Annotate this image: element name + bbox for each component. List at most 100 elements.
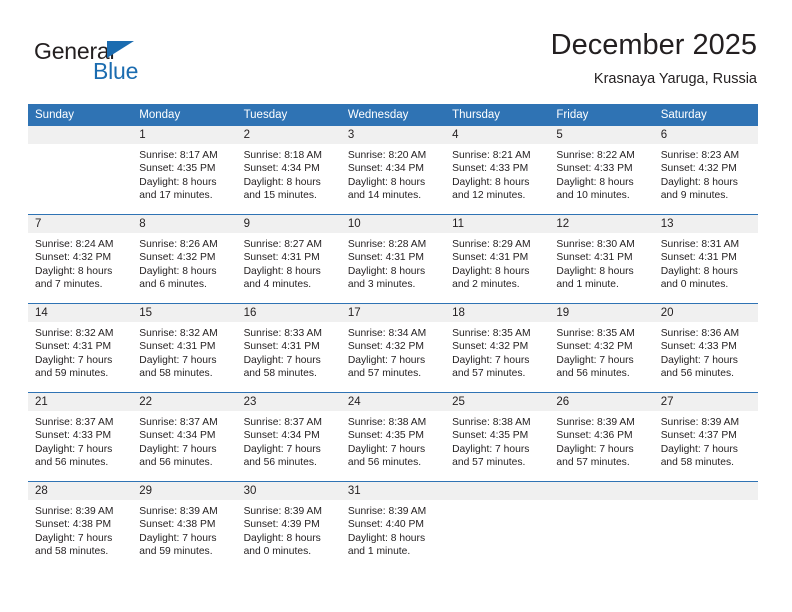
sunrise-text: Sunrise: 8:29 AM xyxy=(452,239,531,250)
day-cell[interactable]: 23 Sunrise: 8:37 AM Sunset: 4:34 PM Dayligh… xyxy=(236,393,341,481)
daylight-text-line2: and 2 minutes. xyxy=(452,279,520,291)
day-cell[interactable]: 24 Sunrise: 8:38 AM Sunset: 4:35 PM Dayligh… xyxy=(340,393,446,481)
sunrise-text: Sunrise: 8:39 AM xyxy=(347,506,427,517)
day-cell[interactable]: 9 Sunrise: 8:27 AM Sunset: 4:31 PM Daylight… xyxy=(236,215,341,303)
day-cell[interactable]: 6 Sunrise: 8:23 AM Sunset: 4:32 PM Daylight… xyxy=(653,126,758,214)
day-cell-empty xyxy=(653,482,758,570)
day-cell[interactable]: 5 Sunrise: 8:22 AM Sunset: 4:33 PM Daylight… xyxy=(549,126,654,214)
sunset-text: Sunset: 4:35 PM xyxy=(139,163,216,175)
sunrise-text: Sunrise: 8:32 AM xyxy=(35,328,114,339)
sunset-text: Sunset: 4:31 PM xyxy=(660,252,737,264)
sunrise-text: Sunrise: 8:37 AM xyxy=(243,417,322,428)
sunrise-text: Sunrise: 8:32 AM xyxy=(139,328,218,339)
day-number: 8 xyxy=(139,218,146,230)
day-number: 22 xyxy=(139,396,153,408)
day-cell[interactable]: 8 Sunrise: 8:26 AM Sunset: 4:32 PM Daylight… xyxy=(132,215,237,303)
day-cell[interactable]: 21 Sunrise: 8:37 AM Sunset: 4:33 PM Dayligh… xyxy=(28,393,133,481)
day-cell[interactable]: 27 Sunrise: 8:39 AM Sunset: 4:37 PM Dayligh… xyxy=(653,393,758,481)
sunrise-text: Sunrise: 8:36 AM xyxy=(660,328,740,339)
day-number: 18 xyxy=(452,307,465,319)
day-cell[interactable]: 2 Sunrise: 8:18 AM Sunset: 4:34 PM Daylight… xyxy=(236,126,341,214)
daylight-text-line1: Daylight: 8 hours xyxy=(243,532,321,544)
logo-general-blue[interactable]: General Blue xyxy=(34,38,234,88)
weekday-header-saturday: Saturday xyxy=(660,109,707,121)
day-number: 6 xyxy=(660,129,668,141)
sunrise-text: Sunrise: 8:31 AM xyxy=(660,239,740,250)
day-number: 25 xyxy=(452,396,465,408)
daylight-text-line1: Daylight: 7 hours xyxy=(556,354,634,366)
sunrise-text: Sunrise: 8:37 AM xyxy=(139,417,218,428)
daylight-text-line2: and 0 minutes. xyxy=(243,546,312,558)
daylight-text-line1: Daylight: 8 hours xyxy=(35,265,113,277)
day-number: 2 xyxy=(243,129,250,141)
daylight-text-line2: and 1 minute. xyxy=(347,546,411,558)
sunset-text: Sunset: 4:33 PM xyxy=(660,341,737,353)
day-cell[interactable]: 7 Sunrise: 8:24 AM Sunset: 4:32 PM Daylight… xyxy=(28,215,133,303)
day-cell[interactable]: 10 Sunrise: 8:28 AM Sunset: 4:31 PM Dayligh… xyxy=(340,215,446,303)
daylight-text-line2: and 58 minutes. xyxy=(660,457,734,469)
daylight-text-line2: and 57 minutes. xyxy=(452,368,526,380)
sunrise-text: Sunrise: 8:22 AM xyxy=(556,150,635,161)
day-cell[interactable]: 19 Sunrise: 8:35 AM Sunset: 4:32 PM Dayligh… xyxy=(549,304,654,392)
daylight-text-line1: Daylight: 8 hours xyxy=(347,532,426,544)
daylight-text-line1: Daylight: 7 hours xyxy=(660,354,738,366)
day-number: 24 xyxy=(347,396,361,408)
sunrise-text: Sunrise: 8:20 AM xyxy=(347,150,427,161)
sunset-text: Sunset: 4:31 PM xyxy=(243,341,320,353)
day-number: 14 xyxy=(35,307,48,319)
title-block: December 2025 Krasnaya Yaruga, Russia xyxy=(551,28,757,89)
day-cell[interactable]: 3 Sunrise: 8:20 AM Sunset: 4:34 PM Daylight… xyxy=(340,126,446,214)
day-number: 30 xyxy=(243,485,257,497)
daylight-text-line1: Daylight: 8 hours xyxy=(347,176,426,188)
day-details: Sunrise: 8:24 AM Sunset: 4:32 PM Daylight:… xyxy=(28,233,132,292)
day-cell[interactable]: 17 Sunrise: 8:34 AM Sunset: 4:32 PM Dayligh… xyxy=(340,304,446,392)
day-cell[interactable]: 28 Sunrise: 8:39 AM Sunset: 4:38 PM Dayligh… xyxy=(28,482,133,570)
weekday-header-tuesday: Tuesday xyxy=(243,109,288,121)
day-cell[interactable]: 26 Sunrise: 8:39 AM Sunset: 4:36 PM Dayligh… xyxy=(549,393,654,481)
day-cell[interactable]: 29 Sunrise: 8:39 AM Sunset: 4:38 PM Dayligh… xyxy=(132,482,237,570)
day-cell-empty xyxy=(445,482,550,570)
sunset-text: Sunset: 4:35 PM xyxy=(452,430,529,442)
daylight-text-line2: and 57 minutes. xyxy=(556,457,630,469)
day-number xyxy=(28,126,132,144)
calendar-week-row: 1 Sunrise: 8:17 AM Sunset: 4:35 PM Daylight… xyxy=(28,126,758,214)
day-cell[interactable]: 15 Sunrise: 8:32 AM Sunset: 4:31 PM Dayligh… xyxy=(132,304,237,392)
day-cell[interactable]: 4 Sunrise: 8:21 AM Sunset: 4:33 PM Daylight… xyxy=(445,126,550,214)
day-number xyxy=(549,482,653,500)
day-cell[interactable]: 12 Sunrise: 8:30 AM Sunset: 4:31 PM Dayligh… xyxy=(549,215,654,303)
day-details: Sunrise: 8:22 AM Sunset: 4:33 PM Daylight:… xyxy=(549,144,653,203)
day-cell[interactable]: 18 Sunrise: 8:35 AM Sunset: 4:32 PM Dayligh… xyxy=(445,304,550,392)
sunset-text: Sunset: 4:39 PM xyxy=(243,519,320,531)
sunset-text: Sunset: 4:33 PM xyxy=(556,163,633,175)
day-cell[interactable]: 14 Sunrise: 8:32 AM Sunset: 4:31 PM Dayligh… xyxy=(28,304,133,392)
daylight-text-line1: Daylight: 7 hours xyxy=(35,443,113,455)
day-number: 1 xyxy=(139,129,146,141)
day-cell[interactable]: 13 Sunrise: 8:31 AM Sunset: 4:31 PM Dayligh… xyxy=(653,215,758,303)
sunrise-text: Sunrise: 8:33 AM xyxy=(243,328,322,339)
day-cell[interactable]: 30 Sunrise: 8:39 AM Sunset: 4:39 PM Dayligh… xyxy=(236,482,341,570)
daylight-text-line2: and 56 minutes. xyxy=(347,457,422,469)
daylight-text-line1: Daylight: 8 hours xyxy=(452,176,530,188)
daylight-text-line2: and 57 minutes. xyxy=(347,368,422,380)
day-details: Sunrise: 8:17 AM Sunset: 4:35 PM Daylight:… xyxy=(132,144,236,203)
day-cell[interactable]: 20 Sunrise: 8:36 AM Sunset: 4:33 PM Dayligh… xyxy=(653,304,758,392)
day-details: Sunrise: 8:36 AM Sunset: 4:33 PM Daylight:… xyxy=(654,322,758,381)
day-cell[interactable]: 25 Sunrise: 8:38 AM Sunset: 4:35 PM Dayligh… xyxy=(445,393,550,481)
sunset-text: Sunset: 4:38 PM xyxy=(139,519,216,531)
day-cell[interactable]: 1 Sunrise: 8:17 AM Sunset: 4:35 PM Daylight… xyxy=(132,126,237,214)
day-cell[interactable]: 22 Sunrise: 8:37 AM Sunset: 4:34 PM Dayligh… xyxy=(132,393,237,481)
daylight-text-line1: Daylight: 8 hours xyxy=(452,265,530,277)
day-cell[interactable]: 31 Sunrise: 8:39 AM Sunset: 4:40 PM Dayligh… xyxy=(340,482,446,570)
sunset-text: Sunset: 4:33 PM xyxy=(35,430,112,442)
calendar-weeks: 1 Sunrise: 8:17 AM Sunset: 4:35 PM Daylight… xyxy=(28,126,758,570)
sunset-text: Sunset: 4:40 PM xyxy=(347,519,424,531)
day-number: 20 xyxy=(660,307,674,319)
day-cell[interactable]: 11 Sunrise: 8:29 AM Sunset: 4:31 PM Dayligh… xyxy=(445,215,550,303)
logo-text-blue: Blue xyxy=(93,58,139,84)
daylight-text-line2: and 17 minutes. xyxy=(139,190,213,202)
weekday-header-thursday: Thursday xyxy=(452,109,501,121)
day-cell[interactable]: 16 Sunrise: 8:33 AM Sunset: 4:31 PM Dayligh… xyxy=(236,304,341,392)
sunrise-text: Sunrise: 8:39 AM xyxy=(660,417,740,428)
sunrise-text: Sunrise: 8:30 AM xyxy=(556,239,635,250)
day-details: Sunrise: 8:28 AM Sunset: 4:31 PM Daylight:… xyxy=(341,233,445,292)
